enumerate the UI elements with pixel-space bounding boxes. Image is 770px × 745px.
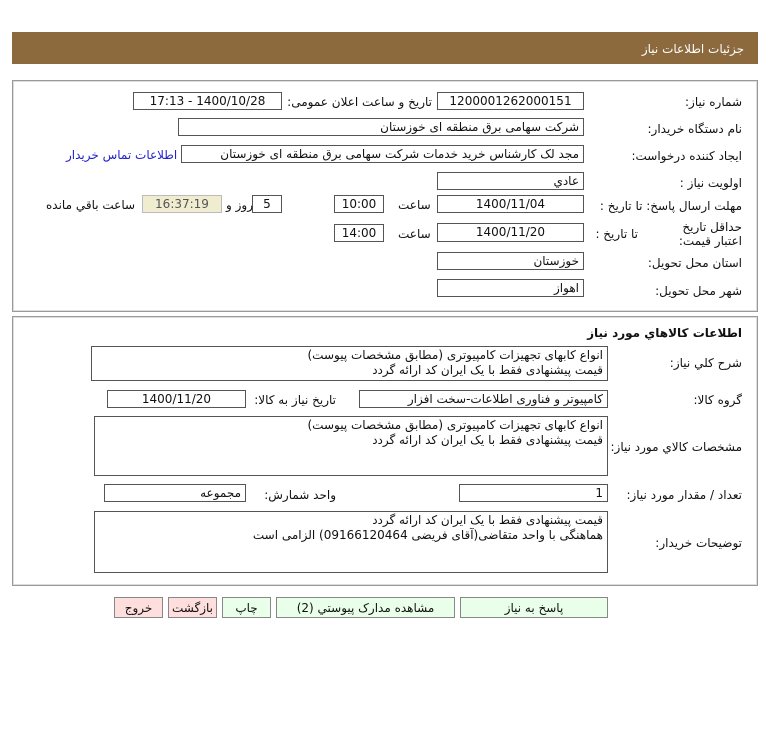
reply-button[interactable]: پاسخ به نیاز — [460, 597, 608, 618]
need-number-label: شماره نیاز: — [685, 95, 742, 109]
buyer-field: شرکت سهامی برق منطقه ای خوزستان — [178, 118, 584, 136]
need-number-field: 1200001262000151 — [437, 92, 584, 110]
unit-label: واحد شمارش: — [264, 488, 336, 502]
summary-label: شرح کلي نياز: — [669, 356, 742, 370]
deadline-time-label: ساعت — [398, 198, 431, 212]
print-button[interactable]: چاپ — [222, 597, 271, 618]
validity-time-field: 14:00 — [334, 224, 384, 242]
deadline-label: مهلت ارسال پاسخ: تا تاریخ : — [599, 199, 742, 213]
need-date-field: 1400/11/20 — [107, 390, 246, 408]
priority-field: عادي — [437, 172, 584, 190]
time-remaining-field: 16:37:19 — [142, 195, 222, 213]
validity-label: حداقل تاریخ اعتبار قیمت: — [678, 220, 742, 248]
priority-label: اولویت نیاز : — [679, 176, 742, 190]
specs-label: مشخصات کالاي مورد نياز: — [610, 440, 742, 454]
page-header: جزئیات اطلاعات نیاز — [12, 32, 758, 64]
city-field: اهواز — [437, 279, 584, 297]
creator-label: ایجاد کننده درخواست: — [631, 149, 742, 163]
goods-section-title: اطلاعات کالاهاي مورد نياز — [587, 326, 742, 340]
deadline-time-field: 10:00 — [334, 195, 384, 213]
group-field: کامپیوتر و فناوری اطلاعات-سخت افزار — [359, 390, 608, 408]
city-label: شهر محل تحویل: — [655, 284, 742, 298]
days-remaining-field: 5 — [252, 195, 282, 213]
exit-button[interactable]: خروج — [114, 597, 163, 618]
group-label: گروه کالا: — [693, 393, 743, 407]
summary-field: انواع کابهای تجهیزات کامپیوتری (مطابق مش… — [91, 346, 608, 381]
specs-field: انواع کابهای تجهیزات کامپیوتری (مطابق مش… — [94, 416, 608, 476]
validity-date-field: 1400/11/20 — [437, 223, 584, 242]
need-date-label: تاریخ نیاز به کالا: — [254, 393, 336, 407]
buyer-contact-link[interactable]: اطلاعات تماس خریدار — [66, 148, 177, 162]
need-info-section — [12, 80, 758, 312]
province-field: خوزستان — [437, 252, 584, 270]
announce-field: 1400/10/28 - 17:13 — [133, 92, 282, 110]
validity-time-label: ساعت — [398, 227, 431, 241]
qty-label: تعداد / مقدار مورد نياز: — [626, 488, 742, 502]
creator-field: مجد لک کارشناس خرید خدمات شرکت سهامی برق… — [181, 145, 584, 163]
view-attachments-button[interactable]: مشاهده مدارک پیوستي (2) — [276, 597, 455, 618]
back-button[interactable]: بازگشت — [168, 597, 217, 618]
notes-label: توضیحات خریدار: — [655, 536, 742, 550]
province-label: استان محل تحویل: — [647, 256, 742, 270]
validity-to-label: تا تاریخ : — [595, 227, 638, 241]
unit-field: مجموعه — [104, 484, 246, 502]
page: جزئیات اطلاعات نیاز شماره نیاز: 12000012… — [0, 0, 770, 745]
buyer-label: نام دستگاه خریدار: — [647, 122, 743, 136]
announce-label: تاریخ و ساعت اعلان عمومی: — [287, 95, 432, 109]
deadline-date-field: 1400/11/04 — [437, 195, 584, 213]
notes-field: قیمت پیشنهادی فقط با یک ایران کد ارائه گ… — [94, 511, 608, 573]
days-label: روز و — [226, 198, 253, 212]
remaining-label: ساعت باقي مانده — [46, 198, 136, 212]
qty-field: 1 — [459, 484, 608, 502]
